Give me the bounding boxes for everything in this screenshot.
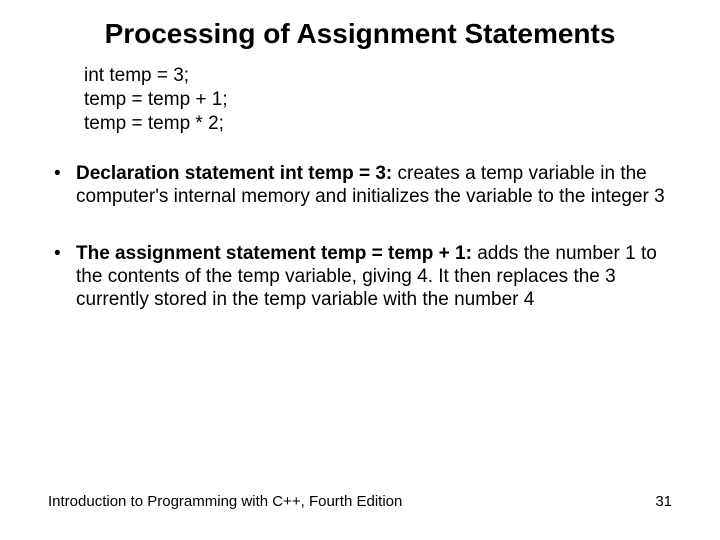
code-block: int temp = 3; temp = temp + 1; temp = te…	[84, 64, 672, 135]
footer: Introduction to Programming with C++, Fo…	[48, 493, 672, 510]
bullet-2-lead: The assignment statement temp = temp + 1…	[76, 243, 472, 264]
bullet-list: Declaration statement int temp = 3: crea…	[48, 163, 672, 311]
page-number: 31	[655, 493, 672, 510]
code-line-2: temp = temp + 1;	[84, 88, 672, 112]
code-line-3: temp = temp * 2;	[84, 112, 672, 136]
bullet-item-1: Declaration statement int temp = 3: crea…	[48, 163, 672, 209]
footer-source: Introduction to Programming with C++, Fo…	[48, 493, 402, 510]
bullet-item-2: The assignment statement temp = temp + 1…	[48, 243, 672, 311]
bullet-1-lead: Declaration statement int temp = 3:	[76, 163, 392, 184]
code-line-1: int temp = 3;	[84, 64, 672, 88]
slide-title: Processing of Assignment Statements	[48, 18, 672, 50]
